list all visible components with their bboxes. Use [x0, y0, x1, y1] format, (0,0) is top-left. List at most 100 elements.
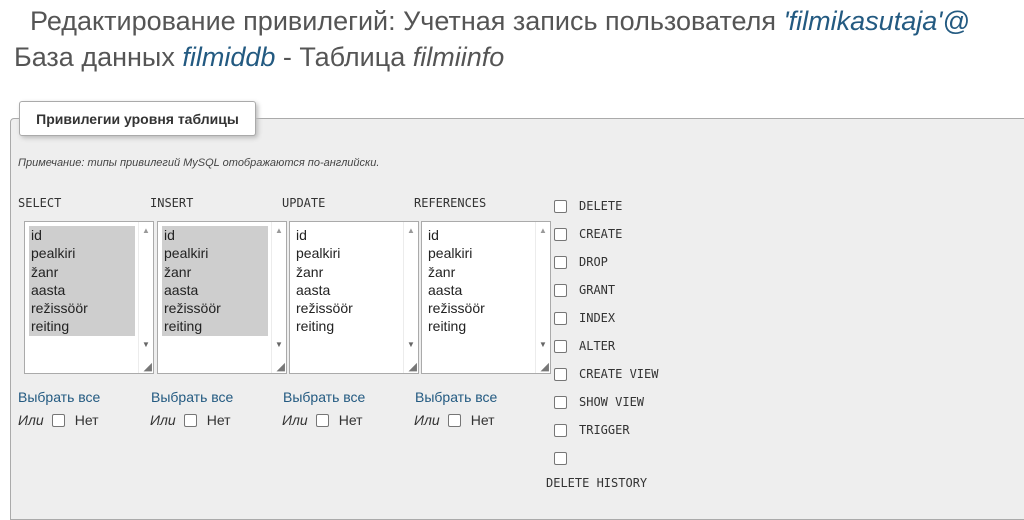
table-name: filmiinfo: [412, 42, 505, 72]
list-option[interactable]: pealkiri: [294, 244, 400, 262]
privilege-delete[interactable]: DELETE: [554, 199, 622, 213]
privilege-checkbox[interactable]: [554, 367, 567, 381]
list-option[interactable]: pealkiri: [426, 244, 532, 262]
page-title-line2: База данных filmiddb - Таблица filmiinfo: [14, 42, 504, 73]
list-option[interactable]: reiting: [294, 317, 400, 335]
none-label: Нет: [206, 412, 231, 428]
privilege-label: DROP: [579, 255, 608, 269]
database-name-link[interactable]: filmiddb: [182, 42, 275, 72]
none-label: Нет: [74, 412, 99, 428]
none-checkbox[interactable]: [183, 413, 197, 427]
list-option[interactable]: žanr: [162, 262, 268, 281]
list-option[interactable]: aasta: [29, 280, 135, 300]
privilege-create[interactable]: CREATE: [554, 227, 622, 241]
scroll-up-icon[interactable]: ▲: [142, 226, 150, 235]
privilege-create-view[interactable]: CREATE VIEW: [554, 367, 658, 381]
privilege-checkbox[interactable]: [554, 311, 567, 325]
resize-grip-icon[interactable]: ◢: [541, 360, 549, 373]
resize-grip-icon[interactable]: ◢: [277, 360, 285, 373]
list-option[interactable]: id: [426, 226, 532, 244]
list-option[interactable]: reiting: [162, 317, 268, 336]
references-columns-listbox[interactable]: id pealkiri žanr aasta režissöör reiting…: [421, 221, 551, 374]
privilege-checkbox[interactable]: [554, 339, 567, 353]
none-checkbox[interactable]: [447, 413, 461, 427]
privilege-label: TRIGGER: [579, 423, 630, 437]
list-option[interactable]: režissöör: [162, 299, 268, 318]
table-label: - Таблица: [275, 42, 413, 72]
resize-grip-icon[interactable]: ◢: [409, 360, 417, 373]
or-label: Или: [414, 412, 440, 428]
list-option[interactable]: režissöör: [426, 299, 532, 317]
list-option[interactable]: režissöör: [294, 299, 400, 317]
privileges-note: Примечание: типы привилегий MySQL отобра…: [18, 157, 380, 169]
scroll-up-icon[interactable]: ▲: [407, 226, 415, 235]
list-option[interactable]: reiting: [29, 317, 135, 336]
scroll-down-icon[interactable]: ▼: [407, 340, 415, 349]
none-label: Нет: [470, 412, 495, 428]
title-prefix: Редактирование привилегий: Учетная запис…: [30, 6, 784, 36]
select-all-link[interactable]: Выбрать все: [18, 389, 100, 405]
scroll-down-icon[interactable]: ▼: [142, 340, 150, 349]
list-option[interactable]: aasta: [426, 281, 532, 299]
select-all-link[interactable]: Выбрать все: [151, 389, 233, 405]
listbox-scrollbar[interactable]: ▲ ▼: [271, 222, 286, 373]
privilege-checkbox[interactable]: [554, 227, 567, 241]
none-toggle: Или Нет: [150, 412, 231, 428]
list-option[interactable]: aasta: [294, 281, 400, 299]
list-option[interactable]: pealkiri: [162, 244, 268, 263]
insert-columns-listbox[interactable]: id pealkiri žanr aasta režissöör reiting…: [157, 221, 287, 374]
listbox-scrollbar[interactable]: ▲ ▼: [535, 222, 550, 373]
select-column-heading: SELECT: [18, 196, 62, 210]
references-column-heading: REFERENCES: [414, 196, 487, 210]
privilege-checkbox[interactable]: [554, 395, 567, 409]
list-option[interactable]: aasta: [162, 280, 268, 300]
privilege-label: SHOW VIEW: [579, 395, 645, 409]
privilege-label: GRANT: [579, 283, 616, 297]
scroll-up-icon[interactable]: ▲: [275, 226, 283, 235]
list-option[interactable]: režissöör: [29, 299, 135, 318]
none-toggle: Или Нет: [18, 412, 99, 428]
list-option[interactable]: žanr: [426, 263, 532, 281]
database-label: База данных: [14, 42, 183, 72]
listbox-scrollbar[interactable]: ▲ ▼: [403, 222, 418, 373]
list-option[interactable]: id: [29, 226, 135, 245]
privilege-delete-history-label: DELETE HISTORY: [546, 476, 648, 490]
scroll-down-icon[interactable]: ▼: [539, 340, 547, 349]
privilege-alter[interactable]: ALTER: [554, 339, 615, 353]
fieldset-legend: Привилегии уровня таблицы: [19, 101, 256, 136]
none-toggle: Или Нет: [282, 412, 363, 428]
update-column-heading: UPDATE: [282, 196, 326, 210]
listbox-scrollbar[interactable]: ▲ ▼: [138, 222, 153, 373]
privilege-checkbox[interactable]: [554, 283, 567, 297]
list-option[interactable]: žanr: [29, 262, 135, 281]
privilege-delete-history-checkbox[interactable]: [554, 452, 567, 465]
privilege-trigger[interactable]: TRIGGER: [554, 423, 630, 437]
privilege-checkbox[interactable]: [554, 199, 567, 213]
privilege-drop[interactable]: DROP: [554, 255, 608, 269]
none-toggle: Или Нет: [414, 412, 495, 428]
list-option[interactable]: id: [294, 226, 400, 244]
select-all-link[interactable]: Выбрать все: [283, 389, 365, 405]
select-all-link[interactable]: Выбрать все: [415, 389, 497, 405]
list-option[interactable]: žanr: [294, 263, 400, 281]
privilege-show-view[interactable]: SHOW VIEW: [554, 395, 644, 409]
update-columns-listbox[interactable]: id pealkiri žanr aasta režissöör reiting…: [289, 221, 419, 374]
user-account-name: 'filmikasutaja'@: [783, 6, 970, 36]
list-option[interactable]: id: [162, 226, 268, 245]
or-label: Или: [150, 412, 176, 428]
privilege-checkbox[interactable]: [554, 255, 567, 269]
privilege-index[interactable]: INDEX: [554, 311, 615, 325]
page-title-line1: Редактирование привилегий: Учетная запис…: [30, 6, 970, 37]
privilege-label: CREATE: [579, 227, 623, 241]
privilege-checkbox[interactable]: [554, 423, 567, 437]
select-columns-listbox[interactable]: id pealkiri žanr aasta režissöör reiting…: [24, 221, 154, 374]
none-checkbox[interactable]: [51, 413, 65, 427]
list-option[interactable]: pealkiri: [29, 244, 135, 263]
scroll-up-icon[interactable]: ▲: [539, 226, 547, 235]
none-checkbox[interactable]: [315, 413, 329, 427]
privilege-label: CREATE VIEW: [579, 367, 659, 381]
list-option[interactable]: reiting: [426, 317, 532, 335]
privilege-grant[interactable]: GRANT: [554, 283, 615, 297]
scroll-down-icon[interactable]: ▼: [275, 340, 283, 349]
resize-grip-icon[interactable]: ◢: [144, 360, 152, 373]
